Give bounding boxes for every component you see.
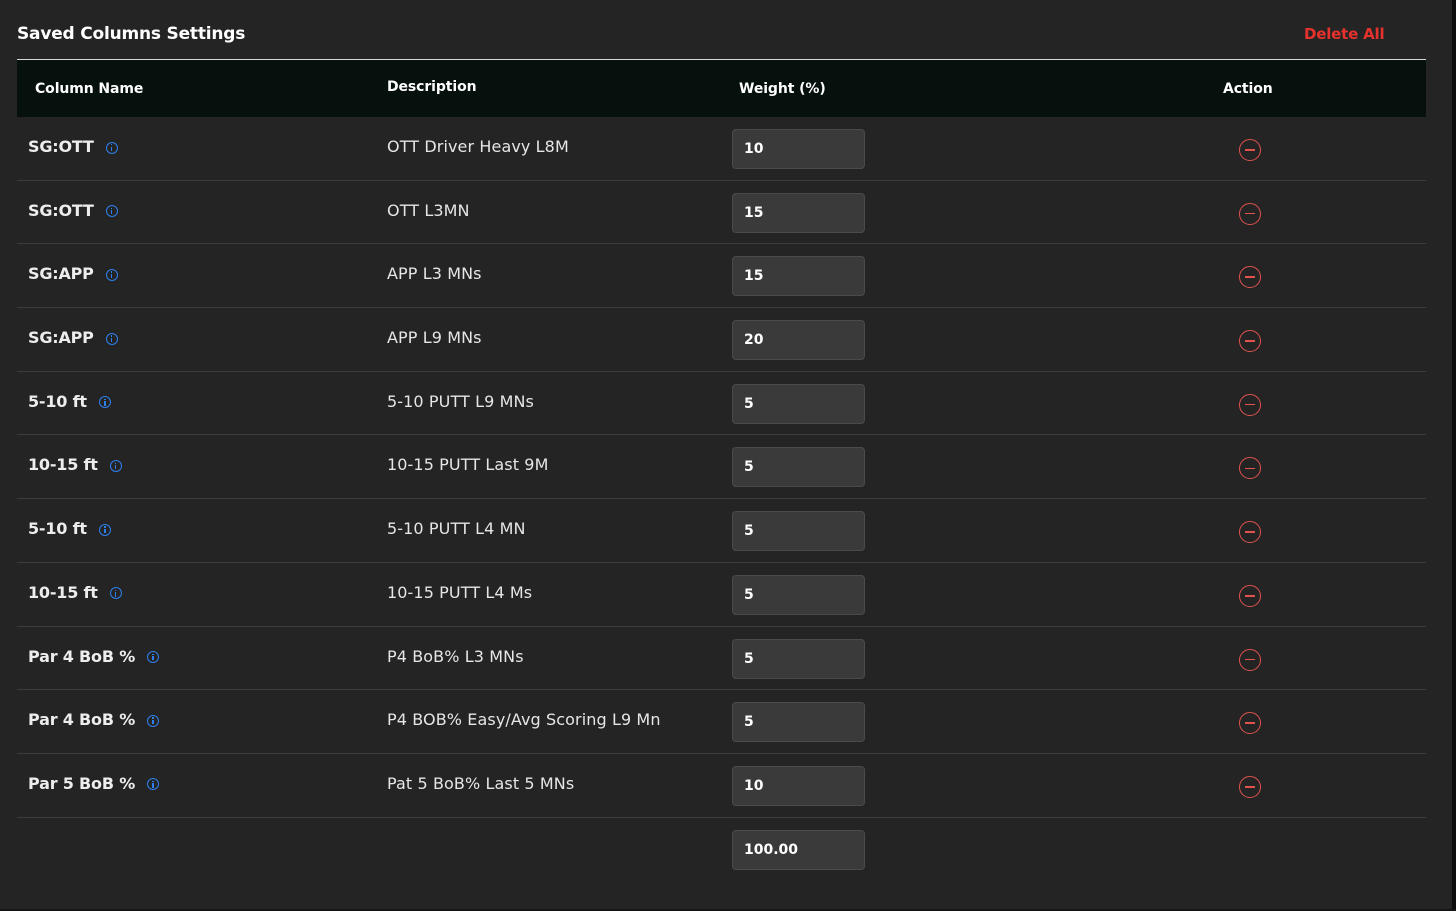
info-icon[interactable] [105, 205, 118, 218]
table-row: Par 4 BoB % P4 BoB% L3 MNs [17, 627, 1426, 691]
remove-column-button[interactable] [1239, 584, 1261, 607]
description-cell: APP L9 MNs [387, 328, 482, 348]
info-icon[interactable] [147, 651, 160, 663]
info-icon[interactable] [147, 714, 160, 727]
total-weight-field [732, 829, 865, 870]
description-cell: APP L3 MNs [387, 264, 482, 284]
description-cell: 5-10 PUTT L4 MN [387, 519, 526, 539]
weight-input[interactable] [732, 320, 865, 361]
weight-input[interactable] [732, 447, 865, 488]
column-name: Par 5 BoB % [28, 773, 136, 793]
description-header: Description [387, 79, 477, 95]
info-icon[interactable] [98, 396, 111, 409]
column-name-cell: Par 5 BoB % [28, 773, 160, 793]
page-title: Saved Columns Settings [17, 24, 246, 44]
column-name: Par 4 BoB % [28, 646, 136, 666]
table-row: 10-15 ft 10-15 PUTT L4 Ms [17, 563, 1426, 627]
column-name-cell: 5-10 ft [28, 519, 111, 538]
column-name-cell: Par 4 BoB % [28, 646, 160, 666]
remove-column-button[interactable] [1239, 139, 1261, 161]
weight-input[interactable] [732, 256, 865, 297]
info-icon[interactable] [105, 332, 118, 345]
column-name-cell: SG:OTT [28, 201, 118, 220]
column-name: Par 4 BoB % [28, 710, 136, 730]
total-row [17, 818, 1426, 881]
description-cell: 10-15 PUTT Last 9M [387, 455, 549, 475]
weight-input[interactable] [732, 638, 865, 679]
column-name: SG:APP [28, 328, 94, 348]
column-name-cell: SG:APP [28, 328, 118, 347]
weight-input[interactable] [732, 765, 865, 806]
column-name: 5-10 ft [28, 391, 87, 411]
saved-columns-table: Column Name Description Weight (%) Actio… [17, 59, 1426, 881]
description-cell: P4 BOB% Easy/Avg Scoring L9 Mn [387, 710, 661, 730]
description-cell: 10-15 PUTT L4 Ms [387, 582, 533, 602]
column-name-cell: 10-15 ft [28, 583, 122, 602]
remove-column-button[interactable] [1239, 266, 1261, 289]
info-icon[interactable] [147, 778, 160, 791]
action-header: Action [1223, 81, 1273, 97]
column-name-cell: 10-15 ft [28, 455, 122, 474]
remove-column-button[interactable] [1239, 457, 1261, 480]
table-row: Par 4 BoB % P4 BOB% Easy/Avg Scoring L9 … [17, 690, 1426, 754]
weight-input[interactable] [732, 192, 865, 233]
info-icon[interactable] [109, 587, 122, 600]
description-cell: Pat 5 BoB% Last 5 MNs [387, 773, 575, 793]
table-row: Par 5 BoB % Pat 5 BoB% Last 5 MNs [17, 754, 1426, 818]
weight-input[interactable] [732, 383, 865, 424]
column-name: SG:APP [28, 264, 94, 284]
info-icon[interactable] [105, 141, 118, 154]
table-row: 5-10 ft 5-10 PUTT L9 MNs [17, 372, 1426, 436]
info-icon[interactable] [109, 459, 122, 472]
weight-input[interactable] [732, 574, 865, 615]
table-row: 5-10 ft 5-10 PUTT L4 MN [17, 499, 1426, 563]
column-name: SG:OTT [28, 137, 94, 156]
column-name-header: Column Name [35, 81, 144, 97]
table-row: SG:APP APP L3 MNs [17, 244, 1426, 309]
column-name: 5-10 ft [28, 519, 87, 539]
weight-input[interactable] [732, 511, 865, 552]
description-cell: OTT Driver Heavy L8M [387, 137, 569, 156]
description-cell: 5-10 PUTT L9 MNs [387, 391, 534, 411]
remove-column-button[interactable] [1239, 775, 1261, 798]
remove-column-button[interactable] [1239, 648, 1261, 671]
table-header: Column Name Description Weight (%) Actio… [17, 59, 1426, 117]
column-name: 10-15 ft [28, 455, 98, 475]
remove-column-button[interactable] [1239, 393, 1261, 416]
column-name-cell: 5-10 ft [28, 392, 111, 411]
table-row: SG:OTT OTT Driver Heavy L8M [17, 117, 1426, 181]
weight-input[interactable] [732, 702, 865, 743]
description-cell: P4 BoB% L3 MNs [387, 646, 524, 666]
table-row: SG:APP APP L9 MNs [17, 308, 1426, 372]
weight-header: Weight (%) [739, 81, 826, 97]
right-border [1452, 0, 1456, 911]
info-icon[interactable] [98, 523, 111, 536]
remove-column-button[interactable] [1239, 330, 1261, 353]
delete-all-button[interactable]: Delete All [1304, 25, 1385, 43]
column-name-cell: SG:APP [28, 264, 118, 283]
column-name-cell: Par 4 BoB % [28, 710, 160, 730]
description-cell: OTT L3MN [387, 200, 470, 220]
column-name-cell: SG:OTT [28, 137, 118, 156]
remove-column-button[interactable] [1239, 712, 1261, 735]
weight-input[interactable] [732, 129, 865, 169]
column-name: SG:OTT [28, 200, 94, 220]
info-icon[interactable] [105, 268, 118, 281]
table-body: SG:OTT OTT Driver Heavy L8M SG:OTT OTT L… [17, 117, 1426, 881]
column-name: 10-15 ft [28, 582, 98, 602]
table-row: 10-15 ft 10-15 PUTT Last 9M [17, 435, 1426, 500]
remove-column-button[interactable] [1239, 521, 1261, 544]
saved-columns-page: Saved Columns Settings Delete All Column… [0, 0, 1456, 911]
remove-column-button[interactable] [1239, 202, 1261, 225]
table-row: SG:OTT OTT L3MN [17, 181, 1426, 245]
